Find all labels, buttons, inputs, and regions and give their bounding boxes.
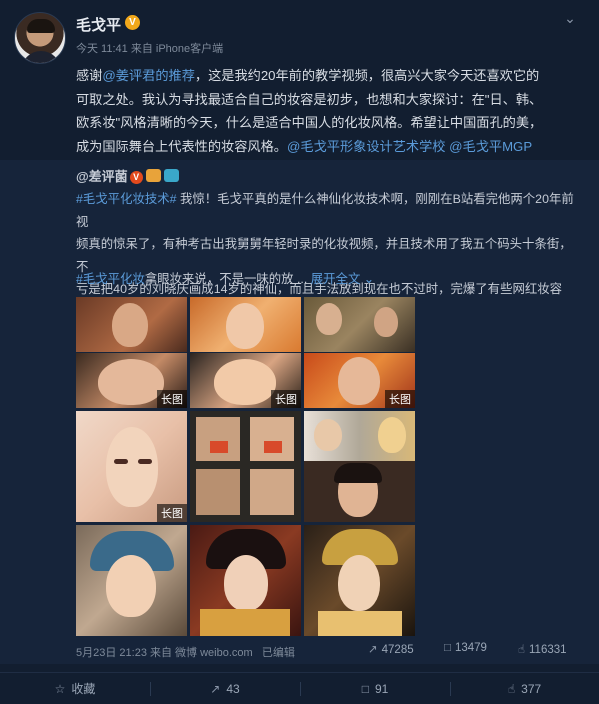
- verified-badge-icon: V: [129, 171, 143, 184]
- hashtag-link[interactable]: #毛戈平化妆技术#: [76, 192, 177, 206]
- repost-header: @差评菌 V: [76, 166, 179, 185]
- long-image-tag: 长图: [157, 390, 187, 408]
- image-thumbnail[interactable]: 长图: [76, 411, 187, 522]
- repost-stat-like[interactable]: ☝ 116331: [518, 642, 567, 656]
- image-thumbnail[interactable]: [190, 525, 301, 636]
- hashtag-link[interactable]: #毛戈平化妆: [76, 272, 145, 286]
- image-thumbnail[interactable]: 长图: [304, 297, 415, 408]
- comment-button[interactable]: □ 91: [300, 673, 450, 704]
- thumbs-up-icon: ☝: [518, 644, 526, 656]
- image-thumbnail[interactable]: [190, 411, 301, 522]
- image-thumbnail[interactable]: 长图: [190, 297, 301, 408]
- repost-stat-repost[interactable]: ↗ 47285: [368, 642, 414, 656]
- image-thumbnail[interactable]: [304, 525, 415, 636]
- chevron-down-icon[interactable]: ⌄: [360, 272, 374, 286]
- repost-stat-comment[interactable]: □ 13479: [444, 642, 487, 654]
- repost-icon: ↗: [368, 644, 378, 656]
- reposted-content: @差评菌 V #毛戈平化妆技术# 我惊！毛戈平真的是什么神仙化妆技术啊，刚刚在B站…: [0, 160, 599, 664]
- repost-author[interactable]: @差评菌: [76, 169, 128, 184]
- weibo-post-card: 毛戈平 V 今天 11:41 来自 iPhone客户端 ⌄ 感谢@姜评君的推荐，…: [0, 0, 599, 704]
- username[interactable]: 毛戈平: [76, 14, 121, 35]
- favorite-button[interactable]: ☆ 收藏: [0, 673, 150, 704]
- mention-link[interactable]: @毛戈平形象设计艺术学校: [287, 139, 445, 154]
- post-meta: 今天 11:41 来自 iPhone客户端: [76, 43, 224, 55]
- image-thumbnail[interactable]: [304, 411, 415, 522]
- chevron-down-icon[interactable]: ⌄: [562, 10, 578, 26]
- star-icon: ☆: [54, 682, 66, 696]
- post-text-line-3: 欧系妆"风格清晰的今天，什么是适合中国人的化妆风格。希望让中国面孔的美，: [76, 115, 543, 130]
- post-text: 感谢@姜评君的推荐，这是我约20年前的教学视频，很高兴大家今天还喜欢它的 可取之…: [76, 64, 576, 158]
- mention-link[interactable]: @姜评君的推荐: [102, 68, 195, 83]
- mention-link[interactable]: @毛戈平MGP: [449, 139, 532, 154]
- expand-full-text-link[interactable]: 展开全文: [311, 272, 361, 286]
- long-image-tag: 长图: [157, 504, 187, 522]
- long-image-tag: 长图: [385, 390, 415, 408]
- image-grid: 长图 长图 长图 长图: [76, 297, 415, 636]
- avatar[interactable]: [14, 12, 66, 64]
- post-text-line-2: 可取之处。我认为寻找最适合自己的妆容是初步，也想和大家探讨：在"日、韩、: [76, 91, 543, 107]
- repost-icon: ↗: [210, 682, 221, 696]
- member-badge-icon: [145, 169, 161, 182]
- image-thumbnail[interactable]: 长图: [76, 297, 187, 408]
- thumbs-up-icon: ☝: [507, 682, 516, 696]
- comment-icon: □: [444, 642, 451, 654]
- repost-button[interactable]: ↗ 43: [150, 673, 300, 704]
- avatar-hair: [27, 19, 55, 33]
- verified-badge-icon: V: [125, 15, 140, 30]
- long-image-tag: 长图: [271, 390, 301, 408]
- like-button[interactable]: ☝ 377: [450, 673, 599, 704]
- image-thumbnail[interactable]: [76, 525, 187, 636]
- comment-icon: □: [361, 682, 369, 696]
- action-bar: ☆ 收藏 ↗ 43 □ 91 ☝ 377: [0, 672, 599, 704]
- post-text-line-1: 感谢@姜评君的推荐，这是我约20年前的教学视频，很高兴大家今天还喜欢它的: [76, 68, 540, 83]
- repost-text-2: #毛戈平化妆拿眼妆来说，不是一味的放 ... 展开全文 ⌄: [76, 272, 375, 286]
- post-text-line-4: 成为国际舞台上代表性的妆容风格。@毛戈平形象设计艺术学校 @毛戈平MGP: [76, 138, 533, 154]
- avatar-suit: [21, 51, 61, 63]
- edited-label: 已编辑: [261, 647, 295, 659]
- camera-badge-icon: [163, 169, 179, 182]
- repost-footer: 5月23日 21:23 来自 微博 weibo.com 已编辑: [76, 647, 295, 659]
